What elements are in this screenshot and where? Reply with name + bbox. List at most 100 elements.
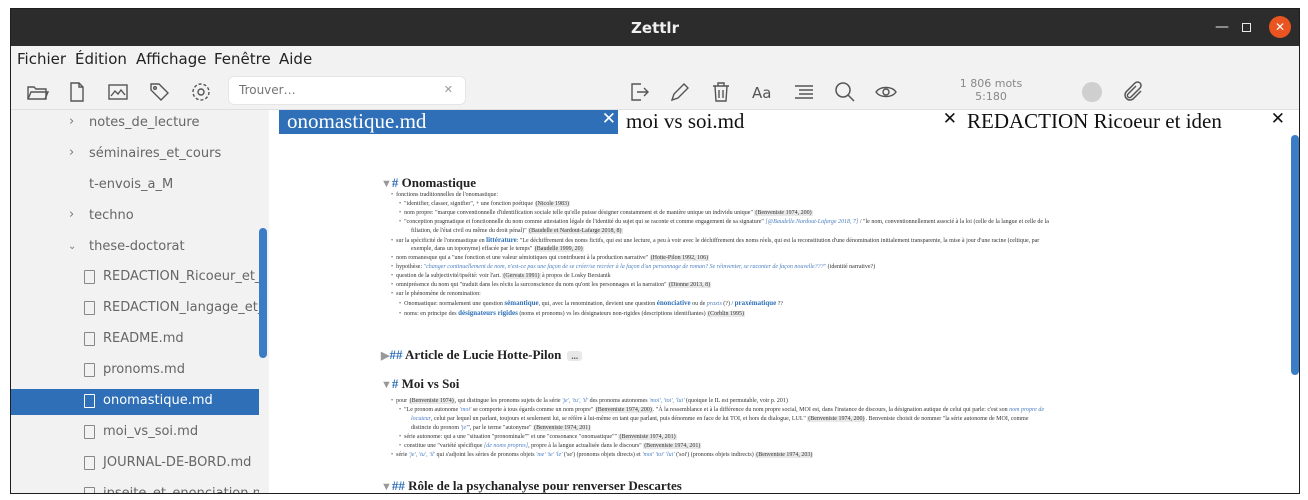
- close-tab-icon[interactable]: ✕: [943, 110, 957, 129]
- close-window-button[interactable]: ✕: [1269, 16, 1291, 38]
- editor-scrollbar[interactable]: [1291, 135, 1299, 375]
- tab-label: onomastique.md: [287, 110, 427, 133]
- menu-bar: Fichier Édition Affichage Fenêtre Aide: [11, 46, 1299, 74]
- settings-icon[interactable]: [189, 80, 213, 104]
- document-line: • pour (Benveniste 1974), qui distingue l…: [391, 398, 788, 404]
- document-line: locuteur, celui par lequel un parlant, t…: [411, 416, 1029, 422]
- close-tab-icon[interactable]: ✕: [602, 110, 616, 129]
- file-icon: [84, 301, 95, 315]
- app-window: Zettlr — ✕ Fichier Édition Affichage Fen…: [10, 8, 1300, 494]
- svg-text:Aa: Aa: [752, 84, 771, 102]
- document-line: • sur la spécificité de l'onomastique en …: [391, 236, 1040, 244]
- tab-label: REDACTION Ricoeur et iden: [967, 110, 1222, 133]
- document-line: distincte du pronom 'je'", par le terme …: [411, 425, 592, 431]
- new-file-icon[interactable]: [65, 80, 89, 104]
- document-line: • nom romanesque qui a "une fonction et u…: [391, 255, 710, 261]
- preview-eye-icon[interactable]: [874, 80, 898, 104]
- tab-label: moi vs soi.md: [626, 110, 745, 133]
- tab-redaction[interactable]: REDACTION Ricoeur et iden ✕: [959, 110, 1287, 134]
- file-icon: [84, 456, 95, 470]
- edit-icon[interactable]: [668, 80, 692, 104]
- menu-fenetre[interactable]: Fenêtre: [214, 50, 271, 68]
- menu-aide[interactable]: Aide: [279, 50, 312, 68]
- tree-folder-techno[interactable]: › techno: [11, 204, 259, 230]
- tree-file[interactable]: pronoms.md: [11, 358, 259, 384]
- tree-file[interactable]: REDACTION_Ricoeur_et_iden: [11, 265, 259, 291]
- document-line: • série 'je', 'tu', 'il' qui s'adjoint le…: [391, 452, 814, 458]
- file-tree: › notes_de_lecture › séminaires_et_cours…: [11, 110, 269, 494]
- document-line: exemple, dans un toponyme) effacée par l…: [411, 246, 584, 252]
- fold-toggle-icon[interactable]: ▼: [381, 379, 392, 391]
- tree-item-label: techno: [89, 208, 134, 223]
- tree-folder-these-doctorat[interactable]: ⌄ these-doctorat: [11, 235, 259, 261]
- search-input[interactable]: [239, 83, 439, 97]
- tree-file[interactable]: JOURNAL-DE-BORD.md: [11, 451, 259, 477]
- tree-file[interactable]: ipseite_et_enonciation.md: [11, 482, 259, 494]
- document-line: • nom propre: "marque conventionnelle d'i…: [399, 210, 813, 216]
- tree-item-label: pronoms.md: [103, 362, 185, 377]
- folder-open-icon[interactable]: [25, 80, 50, 104]
- folded-content-button[interactable]: ...: [567, 351, 583, 361]
- file-icon: [84, 363, 95, 377]
- graph-icon[interactable]: [106, 80, 130, 104]
- clear-search-icon[interactable]: ✕: [444, 83, 453, 96]
- tree-item-label: séminaires_et_cours: [89, 146, 222, 161]
- document-line: • noms: en principe des désignateurs rigi…: [399, 309, 745, 317]
- tree-folder-notes-de-lecture[interactable]: › notes_de_lecture: [11, 111, 259, 137]
- tree-item-label: these-doctorat: [89, 239, 185, 254]
- tab-bar: onomastique.md ✕ moi vs soi.md ✕ REDACTI…: [279, 110, 1287, 134]
- document-line: • omniprésence du nom qui "traduit dans l…: [391, 282, 712, 288]
- tab-onomastique[interactable]: onomastique.md ✕: [279, 110, 618, 134]
- toc-icon[interactable]: [792, 80, 816, 104]
- file-icon: [84, 425, 95, 439]
- menu-edition[interactable]: Édition: [75, 50, 127, 68]
- document-line: • question de la subjectivité/ipséité: vo…: [391, 273, 611, 279]
- sidebar-scrollbar[interactable]: [259, 228, 267, 358]
- tree-file-active[interactable]: onomastique.md: [11, 389, 259, 415]
- heading-moi-vs-soi: ▼# Moi vs Soi: [381, 376, 460, 391]
- document-line: • "conception pragmatique et fonctionnell…: [399, 219, 1049, 225]
- attachments-icon[interactable]: [1121, 80, 1145, 104]
- maximize-button[interactable]: [1235, 16, 1257, 38]
- tree-folder-seminaires[interactable]: › séminaires_et_cours: [11, 142, 259, 168]
- tree-file[interactable]: moi_vs_soi.md: [11, 420, 259, 446]
- file-icon: [84, 487, 95, 493]
- tags-icon[interactable]: [148, 80, 172, 104]
- document-line: • "Le pronom autonome 'moi' se comporte à…: [399, 407, 1044, 413]
- tree-item-label: moi_vs_soi.md: [103, 424, 199, 439]
- tab-moi-vs-soi[interactable]: moi vs soi.md ✕: [618, 110, 959, 134]
- pomodoro-indicator[interactable]: [1082, 82, 1102, 102]
- document-line: • fonctions traditionnelles de l'onomasti…: [391, 192, 499, 198]
- tree-file[interactable]: REDACTION_langage_et_iden: [11, 296, 259, 322]
- title-bar: Zettlr — ✕: [11, 9, 1299, 46]
- menu-affichage[interactable]: Affichage: [136, 50, 206, 68]
- window-title: Zettlr: [631, 19, 679, 37]
- maximize-icon: [1241, 22, 1251, 32]
- tree-item-label: REDACTION_Ricoeur_et_iden: [103, 269, 259, 284]
- tree-folder-envois[interactable]: t-envois_a_M: [11, 173, 259, 199]
- heading-article-hotte-pilon: ▶## Article de Lucie Hotte-Pilon...: [381, 347, 583, 363]
- tree-item-label: notes_de_lecture: [89, 115, 200, 130]
- menu-fichier[interactable]: Fichier: [17, 50, 66, 68]
- document-line: • série autonome: qui a une "situation "p…: [399, 434, 677, 440]
- word-count-words: 1 806 mots: [959, 77, 1023, 90]
- editor-pane: onomastique.md ✕ moi vs soi.md ✕ REDACTI…: [269, 110, 1299, 493]
- fold-toggle-icon[interactable]: ▼: [381, 178, 392, 190]
- document-line: • constitue une "variété spécifique [de n…: [399, 443, 702, 449]
- trash-icon[interactable]: [709, 80, 733, 104]
- font-icon[interactable]: Aa: [751, 80, 775, 104]
- search-icon[interactable]: [833, 80, 857, 104]
- search-field[interactable]: ✕: [228, 76, 466, 105]
- document-line: • hypothèse: "changer continuellement de …: [391, 264, 876, 270]
- tree-item-label: JOURNAL-DE-BORD.md: [103, 455, 252, 470]
- tree-file[interactable]: README.md: [11, 327, 259, 353]
- tree-item-label: ipseite_et_enonciation.md: [103, 486, 259, 494]
- tree-item-label: README.md: [103, 331, 184, 346]
- file-icon: [84, 332, 95, 346]
- export-icon[interactable]: [627, 80, 651, 104]
- tree-item-label: REDACTION_langage_et_iden: [103, 300, 259, 315]
- chevron-right-icon: ›: [69, 145, 75, 160]
- minimize-button[interactable]: —: [1211, 16, 1233, 38]
- close-tab-icon[interactable]: ✕: [1271, 110, 1285, 129]
- fold-toggle-icon[interactable]: ▼: [381, 481, 392, 493]
